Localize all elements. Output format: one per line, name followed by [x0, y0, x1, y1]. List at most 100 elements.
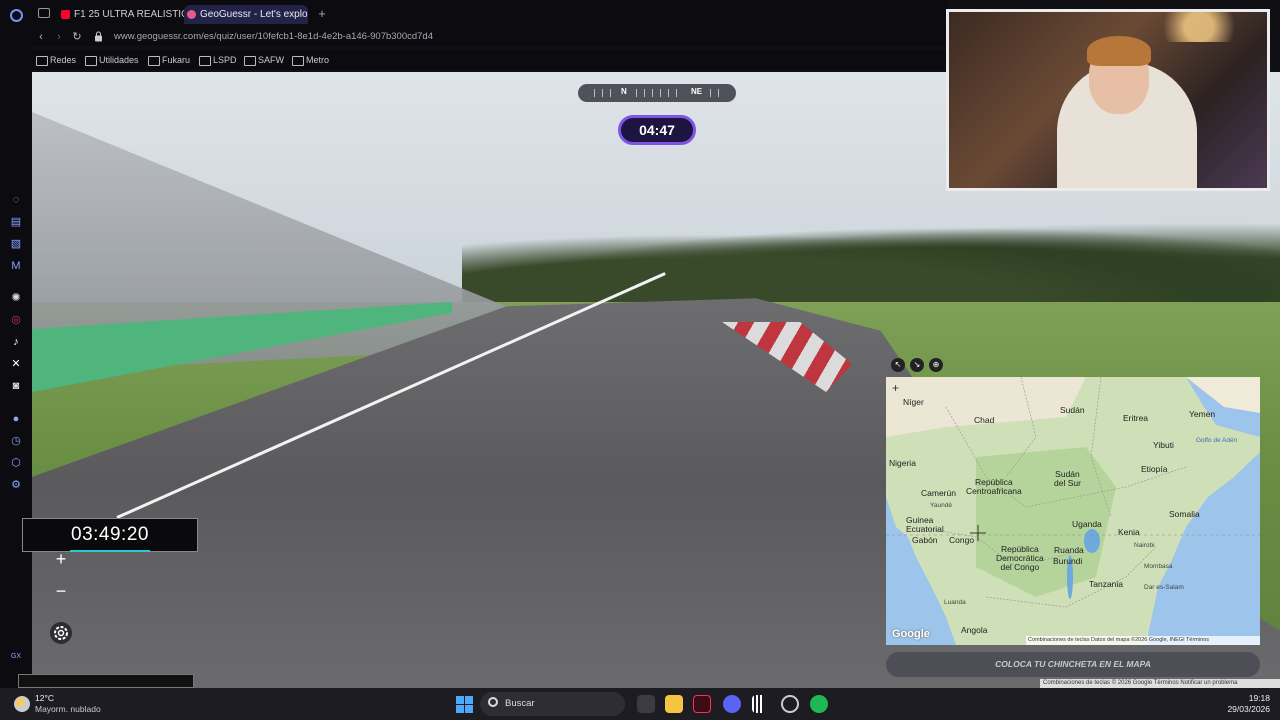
- country-label: Kenia: [1118, 527, 1140, 537]
- file-explorer-icon[interactable]: [665, 695, 683, 713]
- weather-temperature[interactable]: 12°C: [35, 693, 54, 703]
- compass-tick: [710, 89, 711, 97]
- map-shrink-icon[interactable]: ↘: [910, 358, 924, 372]
- messenger-icon[interactable]: M: [9, 259, 23, 273]
- gear-icon: [54, 626, 68, 640]
- map-zoom-plus[interactable]: +: [892, 381, 899, 395]
- extensions-icon[interactable]: ⬡: [9, 456, 23, 470]
- country-label: Yibuti: [1153, 440, 1174, 450]
- music-player-icon[interactable]: ●: [9, 412, 23, 426]
- weather-description[interactable]: Mayorm. nublado: [35, 704, 101, 714]
- browser-sidebar: ◌ ▤ ▧ M ✺ ◎ ♪ ✕ ◙ ● ◷ ⬡ ⚙ GX: [0, 0, 32, 688]
- forward-button[interactable]: ›: [52, 30, 66, 44]
- windows-start-icon[interactable]: [456, 696, 473, 713]
- guess-button[interactable]: COLOCA TU CHINCHETA EN EL MAPA: [886, 652, 1260, 677]
- stream-timer-underline: [70, 550, 150, 552]
- start-quad: [456, 696, 464, 704]
- country-label: Camerún: [921, 488, 956, 498]
- tab-label: GeoGuessr - Let's explore: [200, 9, 308, 20]
- compass-tick: [718, 89, 719, 97]
- country-label: Eritrea: [1123, 413, 1149, 423]
- audio-app-icon[interactable]: [752, 695, 770, 713]
- back-button[interactable]: ‹: [34, 30, 48, 44]
- opera-logo-icon[interactable]: [10, 9, 23, 22]
- history-icon[interactable]: ◷: [9, 434, 23, 448]
- country-label: Guinea Ecuatorial: [906, 515, 944, 534]
- x-twitter-icon[interactable]: ✕: [9, 357, 23, 371]
- country-label: Tanzania: [1089, 579, 1124, 589]
- country-label: Yemen: [1189, 409, 1216, 419]
- city-label: Mombasa: [1144, 563, 1173, 570]
- discord-icon[interactable]: ◙: [9, 379, 23, 393]
- url-field[interactable]: www.geoguessr.com/es/quiz/user/10fefcb1-…: [114, 30, 433, 44]
- city-label: Dar es-Salam: [1144, 584, 1184, 591]
- crypto-wallet-icon[interactable]: ▧: [9, 237, 23, 251]
- clock-date[interactable]: 29/03/2026: [1227, 704, 1270, 714]
- country-label: Burundi: [1053, 556, 1083, 566]
- guess-map[interactable]: + Níger Chad Sudán Eritrea Yemen Yibuti …: [886, 377, 1260, 645]
- settings-button[interactable]: [50, 622, 72, 644]
- country-label: Uganda: [1072, 519, 1102, 529]
- webcam-overlay: [946, 9, 1270, 191]
- chat-icon[interactable]: ▤: [9, 215, 23, 229]
- country-label: Ruanda: [1054, 545, 1084, 555]
- compass-tick: [660, 89, 661, 97]
- bookmarks-bar: Redes Utilidades Fukaru LSPD SAFW Metro: [32, 50, 948, 70]
- opera-gx-icon[interactable]: [693, 695, 711, 713]
- google-attribution-bar: Combinaciones de teclas © 2026 Google Té…: [1040, 679, 1280, 688]
- zoom-out-button[interactable]: −: [48, 578, 74, 604]
- country-label: Somalia: [1169, 509, 1200, 519]
- city-label: Nairobi: [1134, 542, 1155, 549]
- bookmark-folder[interactable]: Redes: [36, 54, 76, 66]
- openai-icon[interactable]: ✺: [9, 291, 23, 305]
- spotify-icon[interactable]: [810, 695, 828, 713]
- compass-north-label: N: [621, 87, 627, 96]
- bookmark-folder[interactable]: Fukaru: [148, 54, 190, 66]
- country-label: Gabón: [912, 535, 938, 545]
- google-logo: Google: [892, 628, 930, 640]
- country-label: Chad: [974, 415, 995, 425]
- compass-tick: [644, 89, 645, 97]
- lock-icon: [95, 31, 102, 42]
- bookmark-folder[interactable]: Utilidades: [85, 54, 139, 66]
- settings-sidebar-icon[interactable]: ⚙: [9, 478, 23, 492]
- compass-tick: [668, 89, 669, 97]
- task-view-icon[interactable]: [637, 695, 655, 713]
- zoom-in-button[interactable]: +: [48, 546, 74, 572]
- new-tab-button[interactable]: +: [314, 5, 330, 23]
- bookmark-folder[interactable]: Metro: [292, 54, 329, 66]
- taskbar-search[interactable]: Buscar: [480, 692, 625, 716]
- country-label: Nigeria: [889, 458, 916, 468]
- youtube-icon: [61, 10, 70, 19]
- bookmark-folder[interactable]: LSPD: [199, 54, 237, 66]
- map-attribution: Combinaciones de teclas Datos del mapa ©…: [1026, 636, 1260, 645]
- discord-icon[interactable]: [723, 695, 741, 713]
- search-icon: [488, 697, 498, 707]
- compass-tick: [636, 89, 637, 97]
- gx-icon[interactable]: GX: [9, 650, 23, 664]
- reload-button[interactable]: ↻: [70, 30, 84, 44]
- tiktok-icon[interactable]: ♪: [9, 335, 23, 349]
- city-label: Yaundé: [930, 502, 952, 509]
- map-toolbar: ↖ ↘ ⊕: [886, 356, 948, 374]
- map-expand-icon[interactable]: ↖: [891, 358, 905, 372]
- clock-time[interactable]: 19:18: [1249, 693, 1270, 703]
- start-quad: [456, 705, 464, 713]
- country-label: Sudán del Sur: [1054, 469, 1081, 488]
- search-label: Buscar: [505, 698, 535, 709]
- compass-tick: [610, 89, 611, 97]
- weather-cloudy-icon[interactable]: [14, 696, 30, 712]
- workspaces-icon[interactable]: [38, 8, 50, 18]
- obs-icon[interactable]: [781, 695, 799, 713]
- streamer-hair: [1087, 36, 1151, 66]
- aria-icon[interactable]: ◌: [9, 193, 23, 207]
- start-quad: [465, 705, 473, 713]
- compass-tick: [602, 89, 603, 97]
- compass[interactable]: N NE: [578, 84, 736, 102]
- round-timer: 04:47: [618, 115, 696, 145]
- instagram-icon[interactable]: ◎: [9, 313, 23, 327]
- bookmark-folder[interactable]: SAFW: [244, 54, 284, 66]
- compass-tick: [676, 89, 677, 97]
- map-pin-icon[interactable]: ⊕: [929, 358, 943, 372]
- tab-geoguessr[interactable]: GeoGuessr - Let's explore: [184, 5, 308, 24]
